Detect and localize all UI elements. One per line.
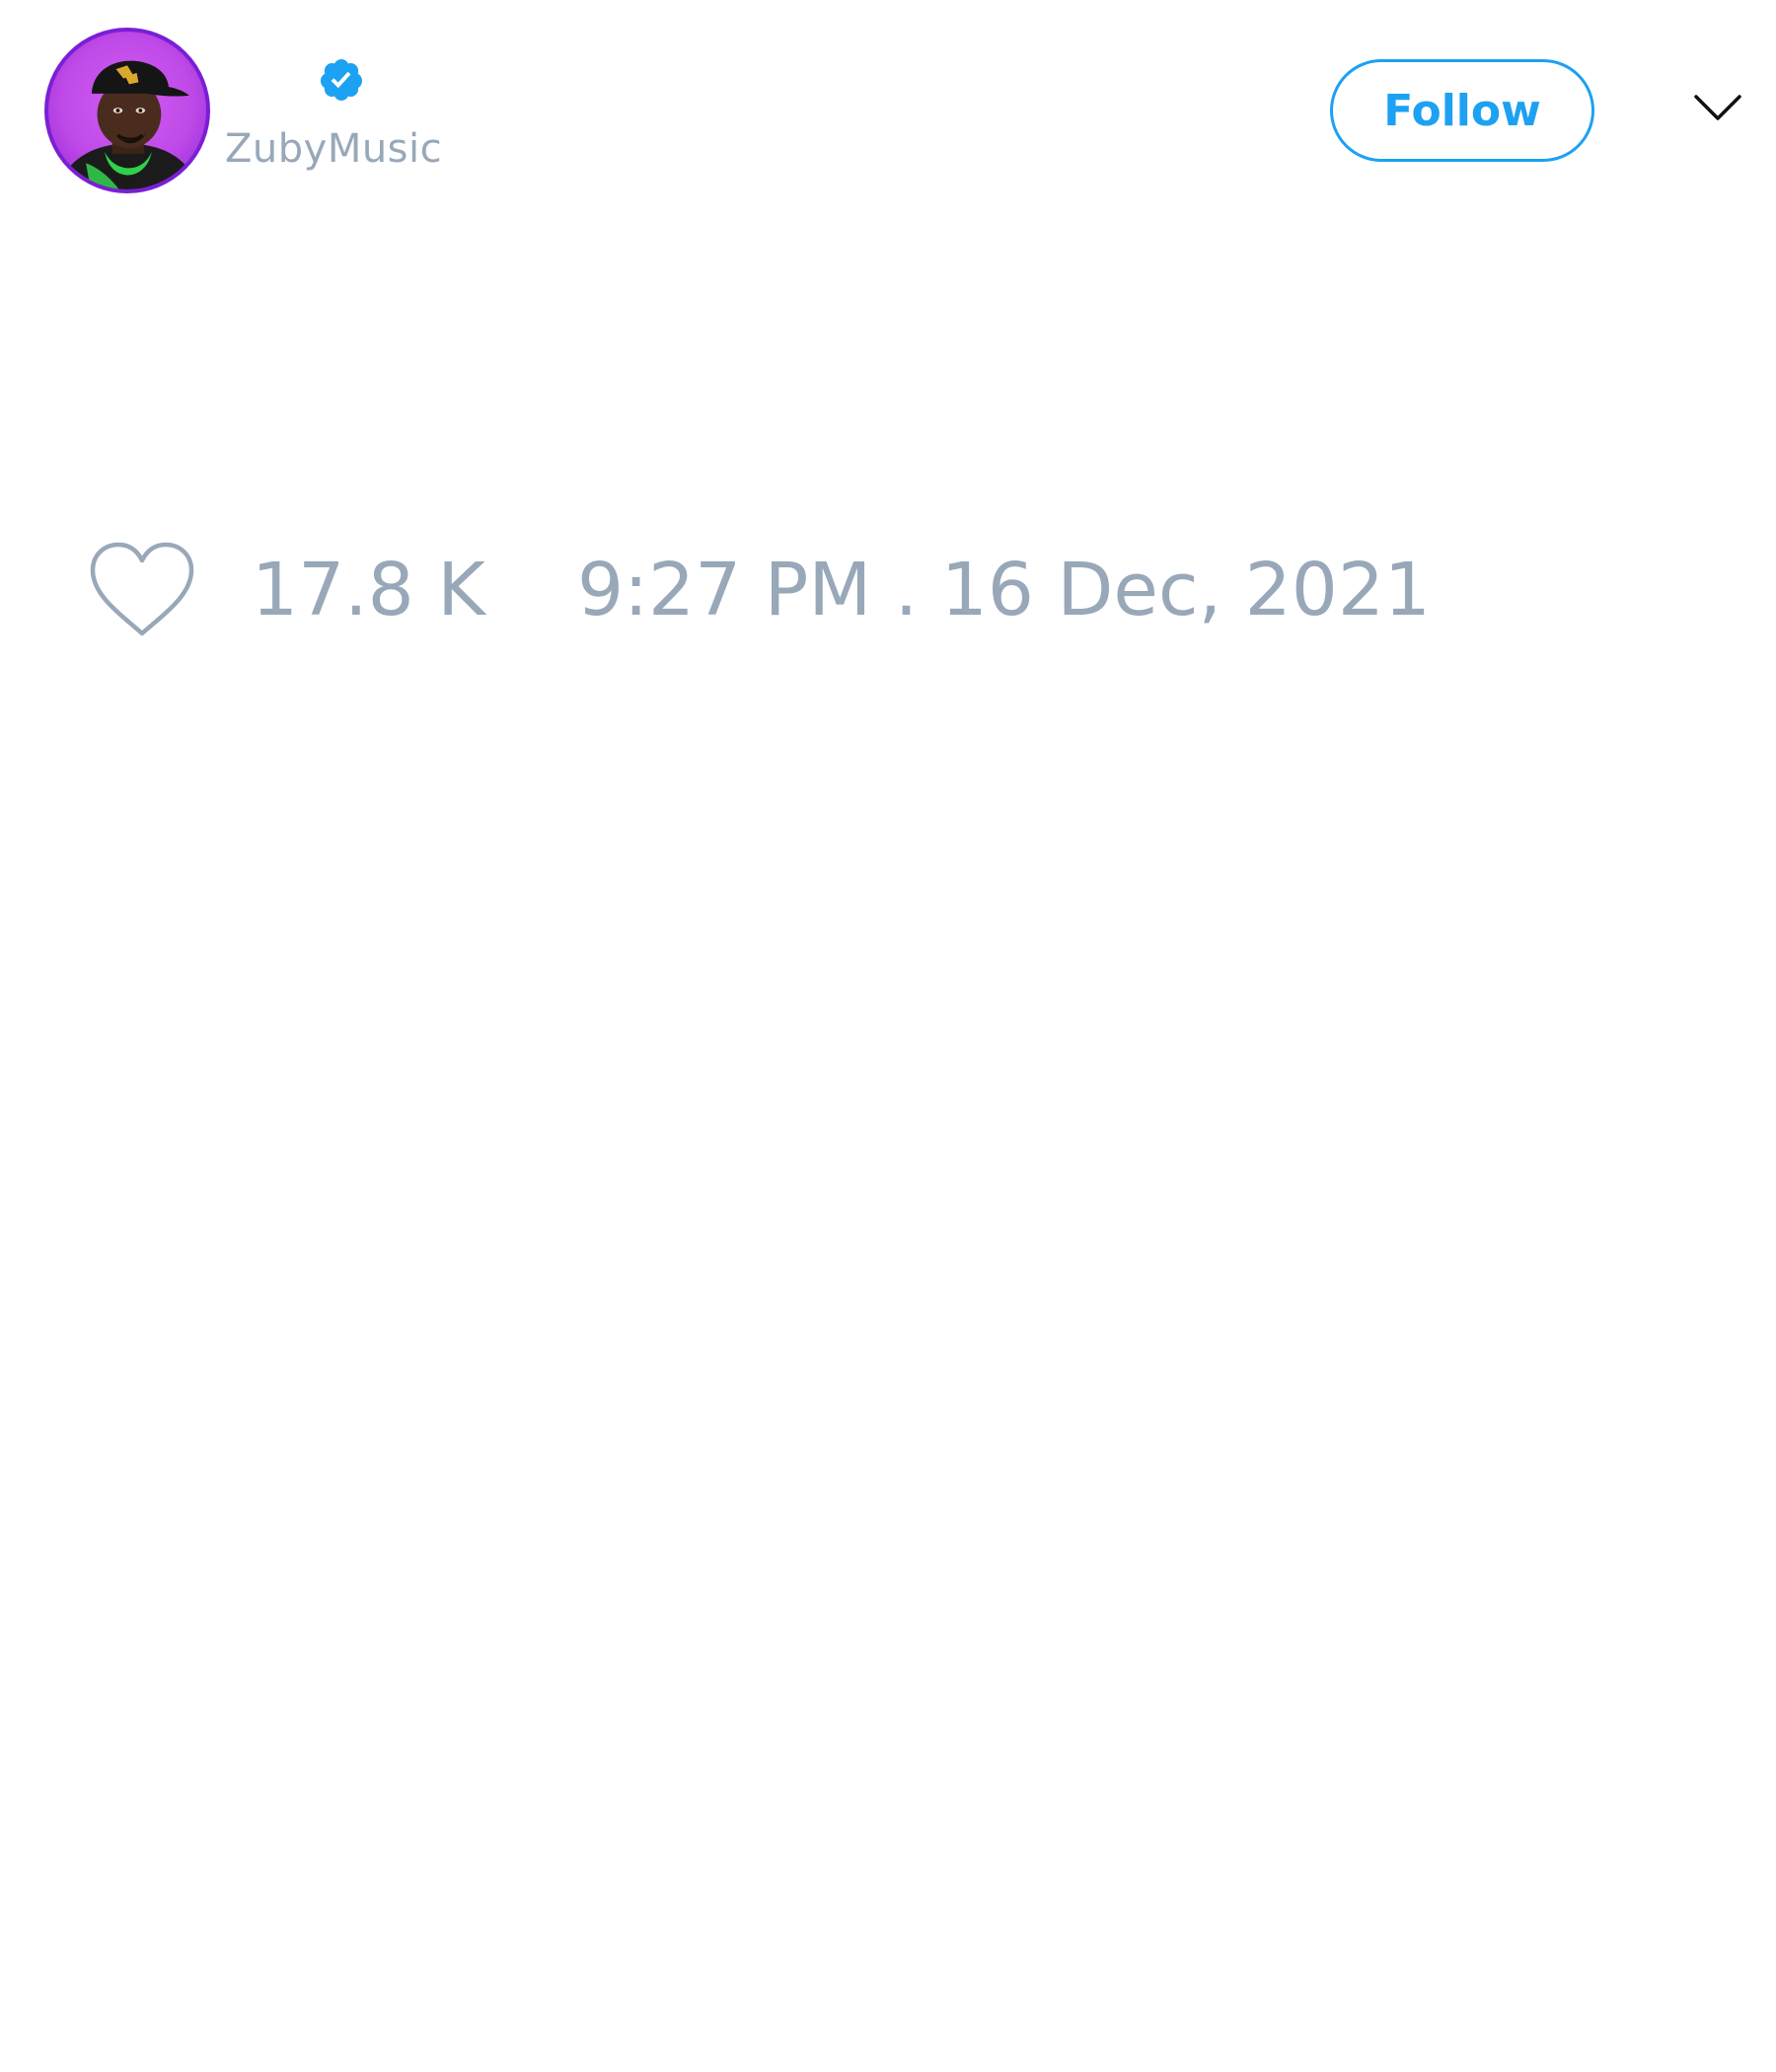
heart-icon[interactable] (89, 541, 195, 639)
avatar-image (57, 60, 199, 189)
avatar[interactable] (44, 28, 210, 193)
chevron-down-icon[interactable] (1693, 91, 1742, 126)
like-count: 17.8 K (252, 548, 485, 632)
verified-badge-icon (320, 59, 362, 101)
follow-button[interactable]: Follow (1330, 59, 1594, 162)
tweet-timestamp[interactable]: 9:27 PM . 16 Dec, 2021 (577, 547, 1431, 633)
author-handle[interactable]: ZubyMusic (225, 126, 442, 172)
